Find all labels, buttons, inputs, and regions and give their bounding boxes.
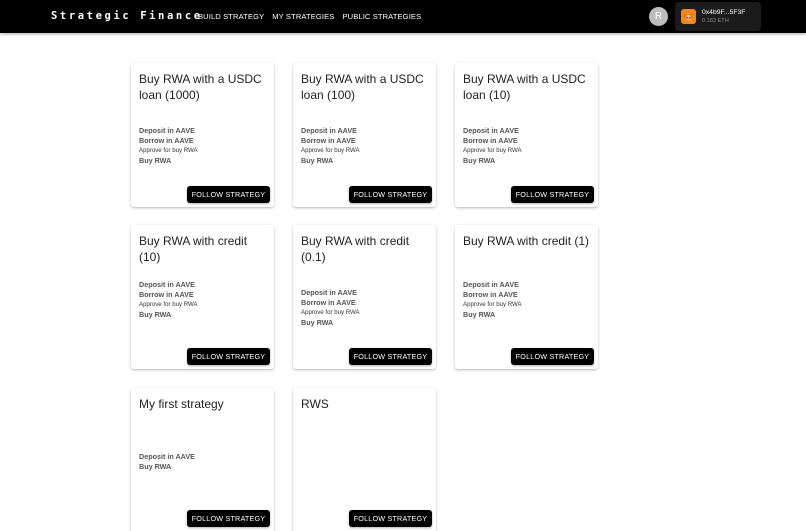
- strategy-step: Buy RWA: [139, 156, 172, 165]
- strategy-step: Approve for buy RWA: [301, 147, 360, 154]
- strategy-title: Buy RWA with credit (1): [463, 234, 590, 248]
- user-avatar[interactable]: R: [649, 7, 668, 26]
- metamask-fox-icon: [681, 9, 696, 24]
- strategy-steps: Deposit in AAVE Borrow in AAVE Approve f…: [463, 280, 522, 320]
- nav-links: BUILD STRATEGY MY STRATEGIES PUBLIC STRA…: [198, 12, 421, 21]
- follow-strategy-button[interactable]: FOLLOW STRATEGY: [187, 186, 270, 203]
- strategy-title: Buy RWA with a USDC loan (1000): [139, 72, 262, 102]
- follow-strategy-button[interactable]: FOLLOW STRATEGY: [349, 510, 432, 527]
- strategy-step: Buy RWA: [139, 310, 172, 319]
- strategy-title: Buy RWA with a USDC loan (100): [301, 72, 424, 102]
- strategy-card: Buy RWA with credit (0.1) Deposit in AAV…: [293, 225, 436, 369]
- strategy-step: Approve for buy RWA: [139, 301, 198, 308]
- strategy-step: Deposit in AAVE: [301, 126, 357, 135]
- strategy-step: Approve for buy RWA: [301, 309, 360, 316]
- strategy-card: Buy RWA with credit (1) Deposit in AAVE …: [455, 225, 598, 369]
- nav-link-build-strategy[interactable]: BUILD STRATEGY: [198, 12, 264, 21]
- strategy-step: Buy RWA: [463, 156, 496, 165]
- strategy-step: Borrow in AAVE: [463, 290, 518, 299]
- strategy-step: Deposit in AAVE: [301, 288, 357, 297]
- strategy-step: Borrow in AAVE: [463, 136, 518, 145]
- strategy-steps: Deposit in AAVE Borrow in AAVE Approve f…: [463, 126, 522, 166]
- follow-strategy-button[interactable]: FOLLOW STRATEGY: [349, 348, 432, 365]
- strategy-step: Deposit in AAVE: [139, 126, 195, 135]
- wallet-info: 0x4b9F...5F3F 0.183 ETH: [702, 8, 745, 25]
- strategy-step: Approve for buy RWA: [463, 147, 522, 154]
- top-navbar: Strategic Finance BUILD STRATEGY MY STRA…: [0, 0, 806, 33]
- strategy-step: Borrow in AAVE: [301, 298, 356, 307]
- strategy-step: Borrow in AAVE: [139, 290, 194, 299]
- strategy-step: Borrow in AAVE: [301, 136, 356, 145]
- strategy-step: Deposit in AAVE: [463, 126, 519, 135]
- strategy-step: Approve for buy RWA: [139, 147, 198, 154]
- follow-strategy-button[interactable]: FOLLOW STRATEGY: [187, 510, 270, 527]
- brand-logo-text[interactable]: Strategic Finance: [51, 10, 203, 22]
- strategy-steps: Deposit in AAVE Borrow in AAVE Approve f…: [139, 280, 198, 320]
- strategy-title: Buy RWA with credit (10): [139, 234, 248, 264]
- strategy-card: RWS FOLLOW STRATEGY: [293, 388, 436, 531]
- strategy-step: Borrow in AAVE: [139, 136, 194, 145]
- wallet-balance: 0.183 ETH: [702, 18, 729, 24]
- strategy-card: Buy RWA with credit (10) Deposit in AAVE…: [131, 225, 274, 369]
- wallet-address: 0x4b9F...5F3F: [702, 9, 746, 16]
- follow-strategy-button[interactable]: FOLLOW STRATEGY: [349, 186, 432, 203]
- wallet-button[interactable]: 0x4b9F...5F3F 0.183 ETH: [675, 2, 761, 31]
- strategy-step: Buy RWA: [139, 462, 172, 471]
- follow-strategy-button[interactable]: FOLLOW STRATEGY: [511, 348, 594, 365]
- strategy-steps: Deposit in AAVE Borrow in AAVE Approve f…: [301, 288, 360, 328]
- nav-link-public-strategies[interactable]: PUBLIC STRATEGIES: [342, 12, 421, 21]
- strategy-card: Buy RWA with a USDC loan (10) Deposit in…: [455, 63, 598, 207]
- strategy-step: Buy RWA: [463, 310, 496, 319]
- strategy-step: Buy RWA: [301, 318, 334, 327]
- follow-strategy-button[interactable]: FOLLOW STRATEGY: [187, 348, 270, 365]
- strategy-card: My first strategy Deposit in AAVE Buy RW…: [131, 388, 274, 531]
- strategy-step: Deposit in AAVE: [139, 452, 195, 461]
- strategy-step: Deposit in AAVE: [463, 280, 519, 289]
- strategy-card: Buy RWA with a USDC loan (1000) Deposit …: [131, 63, 274, 207]
- strategy-title: Buy RWA with credit (0.1): [301, 234, 410, 264]
- strategy-step: Deposit in AAVE: [139, 280, 195, 289]
- strategy-title: My first strategy: [139, 397, 224, 411]
- strategy-step: Buy RWA: [301, 156, 334, 165]
- follow-strategy-button[interactable]: FOLLOW STRATEGY: [511, 186, 594, 203]
- strategy-steps: Deposit in AAVE Borrow in AAVE Approve f…: [301, 126, 360, 166]
- strategy-title: RWS: [301, 397, 329, 411]
- nav-link-my-strategies[interactable]: MY STRATEGIES: [272, 12, 334, 21]
- strategy-card: Buy RWA with a USDC loan (100) Deposit i…: [293, 63, 436, 207]
- strategy-steps: Deposit in AAVE Buy RWA: [139, 452, 195, 472]
- strategy-step: Approve for buy RWA: [463, 301, 522, 308]
- strategy-title: Buy RWA with a USDC loan (10): [463, 72, 586, 102]
- strategy-steps: Deposit in AAVE Borrow in AAVE Approve f…: [139, 126, 198, 166]
